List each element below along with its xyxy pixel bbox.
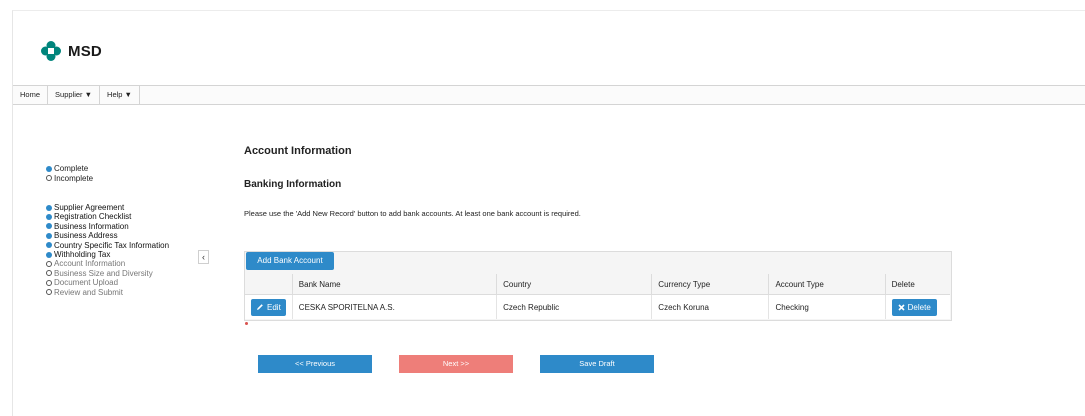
nav-home[interactable]: Home [13, 86, 49, 104]
status-legend: Complete Incomplete [46, 164, 93, 183]
complete-dot-icon [46, 242, 52, 249]
msd-logo-icon [41, 41, 61, 61]
cell-bank-name: CESKA SPORITELNA A.S. [291, 294, 497, 319]
nav-help-menu[interactable]: Help ▼ [100, 86, 140, 104]
step-account-information[interactable]: Account Information [46, 259, 169, 268]
brand-name: MSD [68, 42, 102, 60]
edit-button[interactable]: Edit [251, 298, 286, 316]
complete-dot-icon [46, 251, 52, 258]
incomplete-dot-icon [46, 260, 52, 267]
col-currency-header[interactable]: Currency Type [651, 274, 769, 295]
table-row: Edit CESKA SPORITELNA A.S. Czech Republi… [245, 294, 950, 319]
legend-complete: Complete [46, 164, 93, 174]
incomplete-dot-icon [46, 279, 52, 286]
required-indicator [245, 322, 248, 325]
brand-logo[interactable]: MSD [40, 40, 102, 62]
step-country-tax-information[interactable]: Country Specific Tax Information [46, 241, 169, 250]
bank-accounts-table: Bank Name Country Currency Type Account … [245, 274, 950, 319]
complete-dot-icon [46, 165, 52, 172]
complete-dot-icon [46, 213, 52, 220]
section-title: Banking Information [244, 179, 342, 190]
cell-account-type: Checking [768, 294, 886, 319]
step-document-upload[interactable]: Document Upload [46, 278, 169, 287]
step-business-size-diversity[interactable]: Business Size and Diversity [46, 269, 169, 278]
complete-dot-icon [46, 204, 52, 211]
legend-incomplete: Incomplete [46, 174, 93, 184]
next-button[interactable]: Next >> [399, 355, 513, 373]
col-delete-header: Delete [884, 274, 950, 295]
pencil-icon [257, 304, 263, 310]
step-business-information[interactable]: Business Information [46, 222, 169, 231]
add-bank-account-button[interactable]: Add Bank Account [246, 252, 334, 270]
step-list: Supplier Agreement Registration Checklis… [46, 203, 169, 297]
instruction-text: Please use the 'Add New Record' button t… [244, 209, 581, 218]
step-supplier-agreement[interactable]: Supplier Agreement [46, 203, 169, 212]
step-review-submit[interactable]: Review and Submit [46, 288, 169, 297]
step-business-address[interactable]: Business Address [46, 231, 169, 240]
close-icon [898, 303, 905, 311]
nav-supplier-menu[interactable]: Supplier ▼ [48, 86, 101, 104]
previous-button[interactable]: << Previous [258, 355, 372, 373]
top-nav: Home Supplier ▼ Help ▼ [13, 85, 1085, 105]
cell-currency: Czech Koruna [651, 294, 769, 319]
table-header-row: Bank Name Country Currency Type Account … [245, 274, 950, 295]
step-registration-checklist[interactable]: Registration Checklist [46, 212, 169, 221]
cell-country: Czech Republic [496, 294, 652, 319]
col-country-header[interactable]: Country [496, 274, 652, 295]
col-account-type-header[interactable]: Account Type [768, 274, 886, 295]
page-title: Account Information [244, 145, 352, 157]
step-withholding-tax[interactable]: Withholding Tax [46, 250, 169, 259]
col-bank-name-header[interactable]: Bank Name [291, 274, 497, 295]
incomplete-dot-icon [46, 289, 52, 296]
incomplete-dot-icon [46, 175, 52, 181]
complete-dot-icon [46, 223, 52, 230]
collapse-sidebar-icon[interactable]: ‹ [198, 250, 209, 264]
incomplete-dot-icon [46, 270, 52, 277]
col-actions-header [245, 274, 293, 295]
save-draft-button[interactable]: Save Draft [540, 355, 654, 373]
delete-button[interactable]: Delete [891, 298, 937, 316]
complete-dot-icon [46, 232, 52, 239]
